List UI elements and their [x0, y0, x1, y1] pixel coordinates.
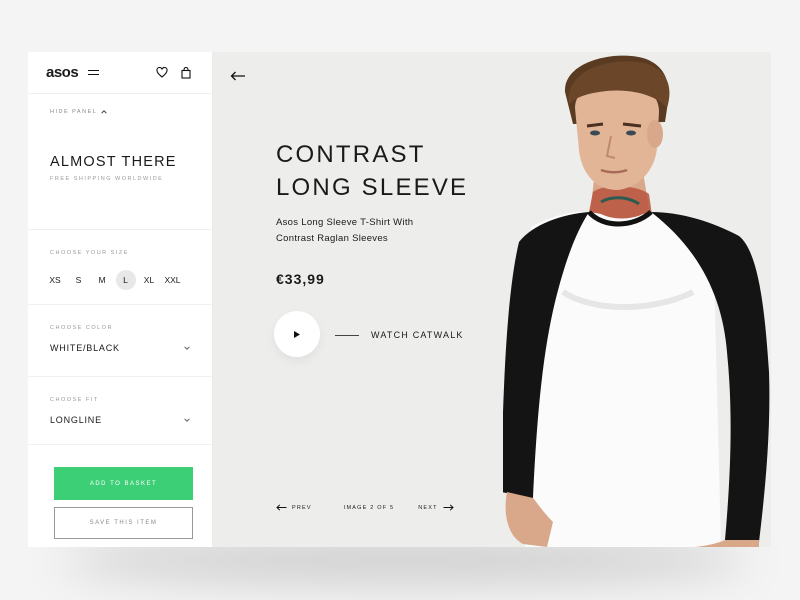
color-select[interactable]: WHITE/BLACK — [50, 343, 190, 353]
fit-select[interactable]: LONGLINE — [50, 415, 190, 425]
heart-icon[interactable] — [154, 65, 170, 81]
menu-icon[interactable] — [88, 69, 100, 77]
product-title: CONTRAST LONG SLEEVE — [276, 138, 496, 204]
next-button[interactable]: NEXT — [418, 504, 454, 511]
product-desc-line2: Contrast Raglan Sleeves — [276, 233, 388, 244]
catwalk-divider — [335, 335, 359, 336]
product-price: €33,99 — [276, 271, 325, 287]
chevron-up-icon — [101, 110, 108, 114]
next-label: NEXT — [418, 504, 438, 511]
product-description: Asos Long Sleeve T-Shirt With Contrast R… — [276, 215, 466, 247]
size-option-l[interactable]: L — [115, 270, 136, 290]
color-section: CHOOSE COLOR WHITE/BLACK — [28, 305, 212, 377]
panel-subtitle: FREE SHIPPING WORLDWIDE — [50, 176, 164, 182]
size-label: CHOOSE YOUR SIZE — [50, 250, 129, 256]
product-desc-line1: Asos Long Sleeve T-Shirt With — [276, 217, 414, 228]
panel-topbar: asos — [28, 52, 212, 94]
size-option-m[interactable]: M — [92, 270, 112, 290]
chevron-down-icon — [184, 418, 190, 422]
size-options: XS S M L XL XXL — [45, 270, 190, 290]
hide-panel-toggle[interactable]: HIDE PANEL — [28, 94, 212, 130]
fit-section: CHOOSE FIT LONGLINE — [28, 377, 212, 445]
options-panel: asos HIDE PANEL ALMOST THERE FREE SHIPPI… — [28, 52, 213, 547]
image-pager: PREV IMAGE 2 OF 5 NEXT — [276, 504, 454, 511]
size-option-xs[interactable]: XS — [45, 270, 65, 290]
brand-logo[interactable]: asos — [46, 64, 79, 81]
panel-title: ALMOST THERE — [50, 154, 177, 170]
product-title-line1: CONTRAST — [276, 141, 426, 168]
play-button[interactable] — [274, 311, 320, 357]
color-label: CHOOSE COLOR — [50, 325, 113, 331]
save-item-button[interactable]: SAVE THIS ITEM — [54, 507, 193, 539]
fit-label: CHOOSE FIT — [50, 397, 99, 403]
size-option-xxl[interactable]: XXL — [163, 270, 183, 290]
model-photo — [503, 55, 770, 547]
watch-catwalk-link[interactable]: WATCH CATWALK — [371, 330, 464, 340]
hide-panel-label: HIDE PANEL — [50, 109, 98, 115]
play-icon — [294, 330, 300, 338]
image-counter: IMAGE 2 OF 5 — [343, 504, 395, 511]
prev-button[interactable]: PREV — [276, 504, 312, 511]
product-hero: CONTRAST LONG SLEEVE Asos Long Sleeve T-… — [213, 52, 771, 547]
action-buttons: ADD TO BASKET SAVE THIS ITEM — [28, 445, 212, 539]
fit-value: LONGLINE — [50, 415, 102, 425]
prev-label: PREV — [292, 504, 312, 511]
size-section: CHOOSE YOUR SIZE XS S M L XL XXL — [28, 230, 212, 305]
arrow-left-icon — [276, 504, 287, 511]
arrow-right-icon — [443, 504, 454, 511]
chevron-down-icon — [184, 346, 190, 350]
product-title-line2: LONG SLEEVE — [276, 174, 469, 201]
arrow-left-icon[interactable] — [230, 68, 246, 86]
product-card: asos HIDE PANEL ALMOST THERE FREE SHIPPI… — [28, 52, 771, 547]
size-option-xl[interactable]: XL — [139, 270, 159, 290]
color-value: WHITE/BLACK — [50, 343, 120, 353]
size-option-s[interactable]: S — [69, 270, 89, 290]
add-to-basket-button[interactable]: ADD TO BASKET — [54, 467, 193, 500]
panel-heading-section: ALMOST THERE FREE SHIPPING WORLDWIDE — [28, 154, 212, 230]
bag-icon[interactable] — [178, 65, 194, 81]
